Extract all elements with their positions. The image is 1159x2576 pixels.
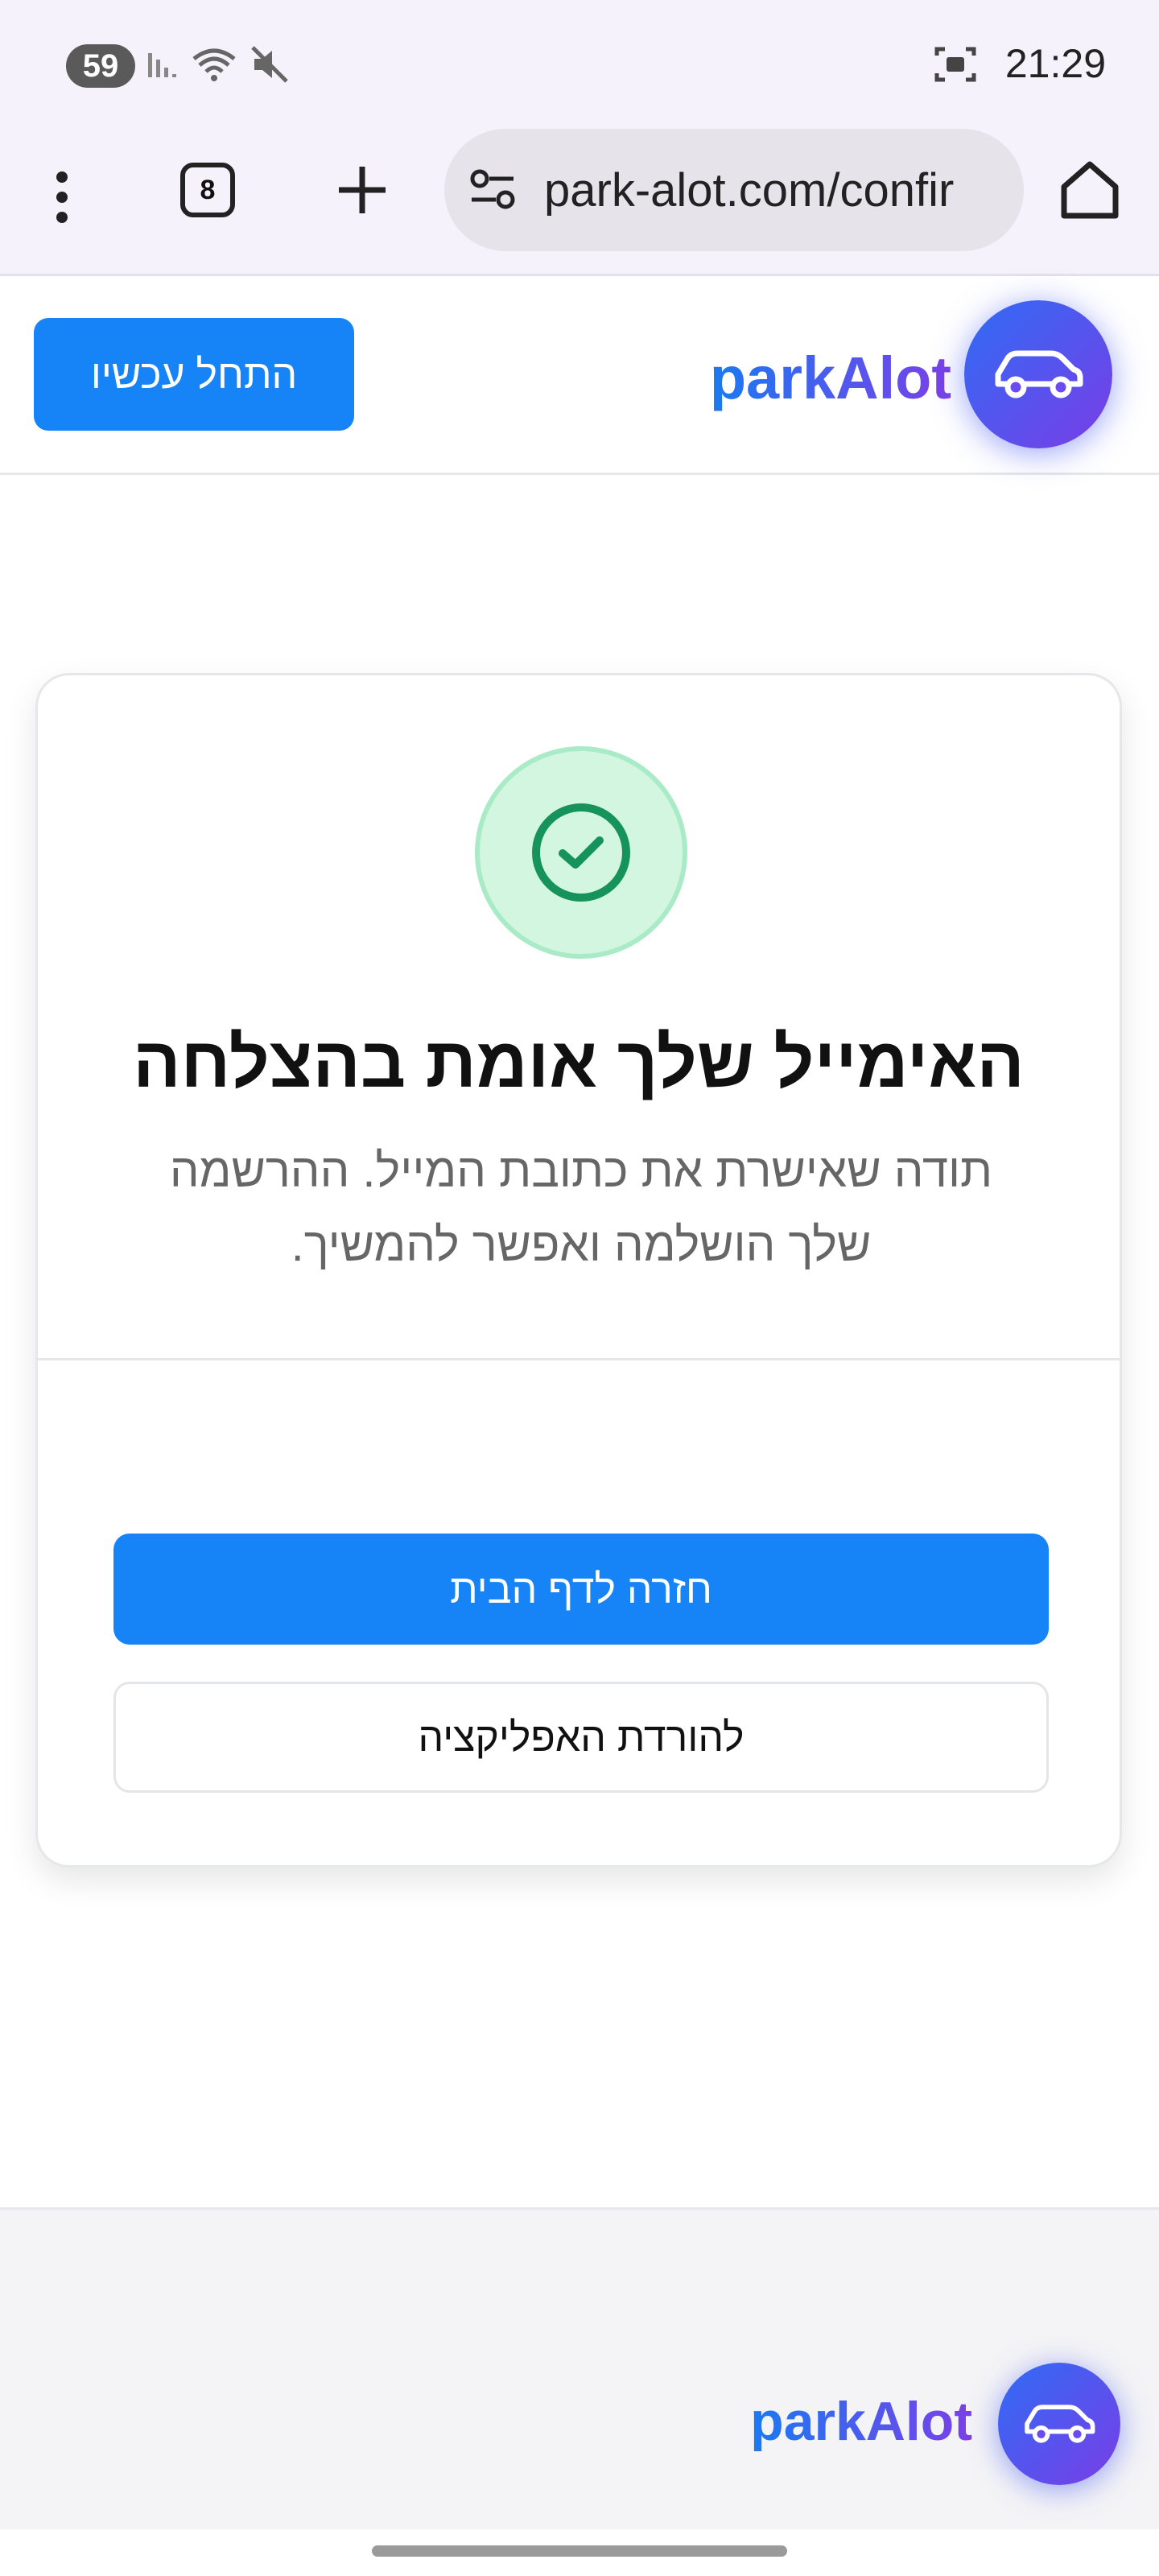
car-icon [1025, 2405, 1095, 2443]
check-circle-icon [475, 746, 687, 959]
card-description: תודה שאישרת את כתובת המייל. ההרשמה שלך ה… [169, 1145, 993, 1271]
home-icon[interactable] [1056, 156, 1124, 224]
start-now-button[interactable]: התחל עכשיו [34, 318, 354, 431]
site-footer: parkAlot [0, 2207, 1159, 2532]
system-nav-bar [0, 2529, 1159, 2576]
download-app-button[interactable]: להורדת האפליקציה [113, 1682, 1049, 1793]
battery-level: 59 [82, 47, 119, 84]
tab-count: 8 [200, 174, 216, 205]
battery-indicator: 59 [66, 44, 135, 88]
site-settings-icon[interactable] [467, 164, 518, 216]
screenshot-icon [934, 42, 977, 87]
url-bar[interactable]: park-alot.com/confir [444, 129, 1024, 251]
wifi-icon [190, 42, 238, 87]
menu-dots-icon[interactable] [42, 161, 82, 233]
gesture-handle[interactable] [372, 2545, 787, 2557]
plus-icon[interactable] [330, 158, 394, 222]
mute-icon [250, 42, 290, 87]
signal-icon [146, 42, 184, 87]
browser-toolbar: 8 park-alot.com/confir [0, 129, 1159, 276]
status-bar: 59 21:29 [0, 0, 1159, 129]
confirmation-card: האימייל שלך אומת בהצלחה תודה שאישרת את כ… [35, 673, 1122, 1868]
site-header: התחל עכשיו parkAlot [0, 276, 1159, 475]
logo-badge[interactable] [964, 300, 1112, 448]
back-home-button[interactable]: חזרה לדף הבית [113, 1534, 1049, 1645]
car-icon [995, 350, 1083, 398]
card-title: האימייל שלך אומת בהצלחה [133, 1022, 1025, 1102]
clock: 21:29 [1004, 41, 1106, 86]
url-text[interactable]: park-alot.com/confir [544, 163, 954, 217]
divider [38, 1358, 1120, 1360]
logo-text[interactable]: parkAlot [710, 344, 951, 412]
tabs-button[interactable]: 8 [180, 163, 235, 217]
url-pill[interactable]: park-alot.com/confir [444, 129, 1024, 251]
footer-logo-badge[interactable] [998, 2363, 1120, 2485]
footer-logo-text[interactable]: parkAlot [750, 2390, 972, 2453]
